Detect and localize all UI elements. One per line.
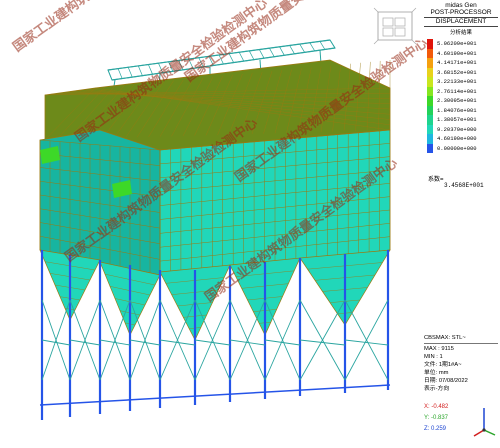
scale-swatch (427, 48, 433, 58)
legend-subtitle: 分析结果 (449, 30, 472, 36)
truss-member (137, 65, 143, 76)
scale-row: 3.22133e+001 (424, 77, 498, 87)
file-label: 文件: 1期1#A~ (424, 362, 462, 368)
scale-row: 4.60190e+000 (424, 134, 498, 144)
result-legend: midas Gen POST-PROCESSOR DISPLACEMENT 分析… (424, 2, 498, 153)
cbs-label: CBSMAX: STL~ (424, 335, 466, 341)
scale-value: 3.68152e+001 (437, 68, 477, 76)
axis-readout: X: -0.482 Y: -0.837 Z: 0.259 (424, 402, 448, 435)
unit-label: 单位: mm (424, 370, 449, 376)
scale-value: 0.00000e+000 (437, 144, 477, 152)
scale-swatch (427, 143, 433, 153)
scale-value: 1.84076e+001 (437, 106, 477, 114)
scale-swatch (427, 58, 433, 68)
axis-x-value: X: -0.482 (424, 404, 449, 410)
scale-swatch (427, 115, 433, 125)
truss-member (269, 48, 275, 57)
scale-value: 3.22133e+001 (437, 78, 477, 86)
truss-member (319, 41, 326, 50)
info-panel: CBSMAX: STL~ MAX : 9115 MIN : 1 文件: 1期1#… (424, 334, 498, 393)
axis-y-value: Y: -0.837 (424, 415, 449, 421)
scale-swatch (427, 86, 433, 96)
truss-member (248, 50, 255, 60)
truss-member (117, 68, 123, 79)
scale-value: 2.30095e+001 (437, 97, 477, 105)
result-type-label: DISPLACEMENT (424, 17, 498, 27)
scale-row: 1.38057e+001 (424, 115, 498, 125)
date-label: 日期: 07/08/2022 (424, 378, 468, 384)
axis-z-value: Z: 0.259 (424, 426, 447, 432)
scale-value: 2.76114e+001 (437, 87, 477, 95)
truss-member (259, 49, 265, 59)
truss-member (127, 67, 133, 78)
scale-swatch (427, 96, 433, 106)
scale-row: 9.20379e+000 (424, 124, 498, 134)
scale-swatch (427, 134, 433, 144)
scale-swatch (427, 67, 433, 77)
truss-member (279, 46, 285, 56)
truss-member (329, 39, 336, 49)
max-label: MAX : 9115 (424, 346, 454, 352)
scale-swatch (427, 124, 433, 134)
scale-value: 9.20379e+000 (437, 125, 477, 133)
truss-member (299, 43, 305, 53)
scale-row: 3.68152e+001 (424, 67, 498, 77)
factor-label: 系数= (428, 177, 444, 183)
scale-value: 5.06209e+001 (437, 40, 477, 48)
scale-row: 5.06209e+001 (424, 39, 498, 49)
scale-swatch (427, 105, 433, 115)
scale-row: 2.76114e+001 (424, 86, 498, 96)
scale-value: 4.14171e+001 (437, 59, 477, 67)
scale-value: 4.60190e+000 (437, 135, 477, 143)
base-beam (39, 384, 391, 406)
truss-member (309, 42, 316, 52)
truss-member (238, 52, 245, 62)
scale-value: 4.60190e+001 (437, 49, 477, 57)
scale-swatch (427, 77, 433, 87)
mode-label: POST-PROCESSOR (430, 9, 492, 16)
factor-value: 3.4568E+001 (444, 182, 484, 189)
scale-row: 0.00000e+000 (424, 143, 498, 153)
scale-row: 2.30095e+001 (424, 96, 498, 106)
scale-row: 4.14171e+001 (424, 58, 498, 68)
scale-row: 1.84076e+001 (424, 105, 498, 115)
app-title: midas Gen (445, 2, 477, 9)
contour-scale: 5.06209e+001 4.60190e+001 4.14171e+001 3.68… (424, 39, 498, 153)
view-direction-label: 表示-方向 (424, 386, 450, 392)
min-label: MIN : 1 (424, 354, 443, 360)
axis-gizmo-icon (470, 404, 498, 445)
truss-member (289, 45, 295, 54)
scale-value: 1.38057e+001 (437, 116, 477, 124)
scale-row: 4.60190e+001 (424, 48, 498, 58)
truss-member (107, 69, 113, 81)
